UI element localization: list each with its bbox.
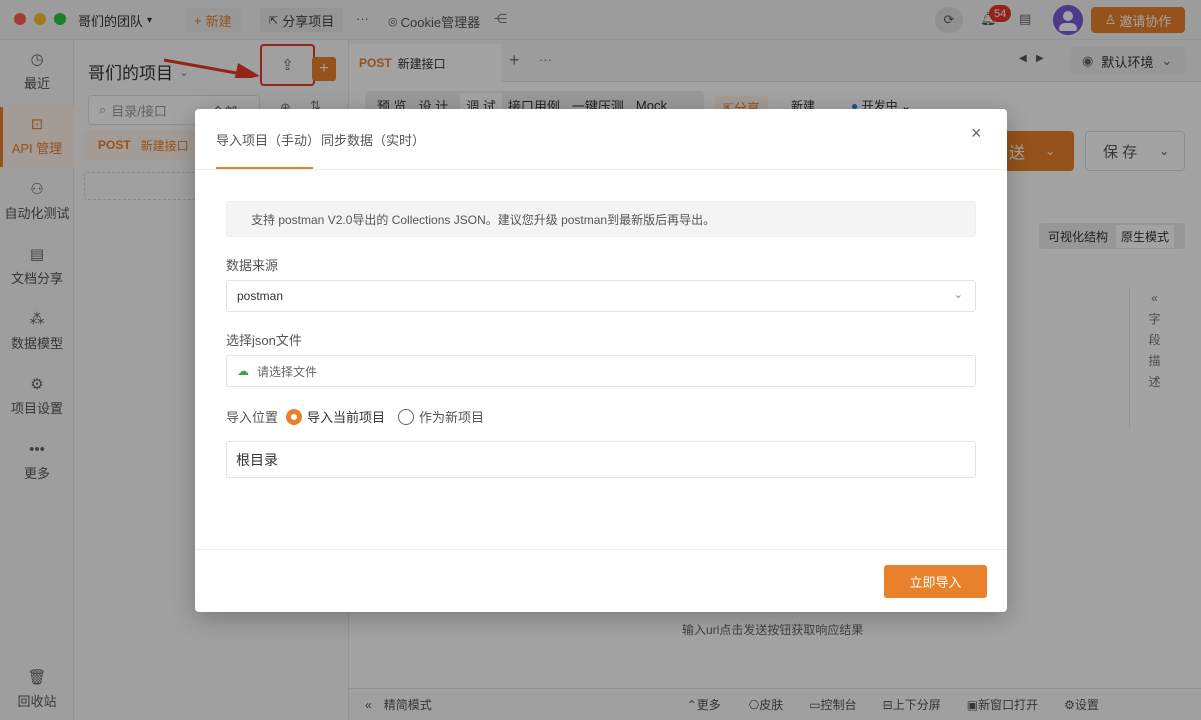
folder-value: 根目录 xyxy=(236,451,278,468)
import-now-button[interactable]: 立即导入 xyxy=(884,565,987,598)
notice-text: 支持 postman V2.0导出的 Collections JSON。建议您升… xyxy=(251,212,716,227)
radio-current-project[interactable] xyxy=(286,408,303,425)
file-picker[interactable]: ☁ 请选择文件 xyxy=(226,355,976,387)
position-label: 导入位置 xyxy=(226,410,279,425)
close-icon[interactable]: × xyxy=(971,123,982,144)
active-tab-indicator xyxy=(216,167,313,169)
submit-label: 立即导入 xyxy=(909,575,962,590)
divider xyxy=(195,169,1007,170)
option-new-label[interactable]: 作为新项目 xyxy=(419,407,484,426)
import-dialog: 导入项目（手动） 同步数据（实时） × 支持 postman V2.0导出的 C… xyxy=(195,109,1007,612)
source-value: postman xyxy=(237,289,284,303)
file-placeholder: 请选择文件 xyxy=(257,364,318,379)
tab-import-manual[interactable]: 导入项目（手动） xyxy=(216,130,320,149)
notice-banner: 支持 postman V2.0导出的 Collections JSON。建议您升… xyxy=(226,201,976,237)
file-label: 选择json文件 xyxy=(226,333,302,348)
option-current-label[interactable]: 导入当前项目 xyxy=(307,407,385,426)
folder-select[interactable]: 根目录 xyxy=(226,441,976,478)
radio-new-project[interactable] xyxy=(398,408,415,425)
divider xyxy=(195,549,1007,550)
tab-sync-realtime[interactable]: 同步数据（实时） xyxy=(321,130,425,149)
upload-cloud-icon: ☁ xyxy=(237,364,249,378)
source-select[interactable]: postman ⌄ xyxy=(226,280,976,312)
chevron-down-icon: ⌄ xyxy=(953,289,963,301)
position-group: 导入位置 导入当前项目 作为新项目 xyxy=(226,407,484,426)
source-label: 数据来源 xyxy=(226,258,279,273)
